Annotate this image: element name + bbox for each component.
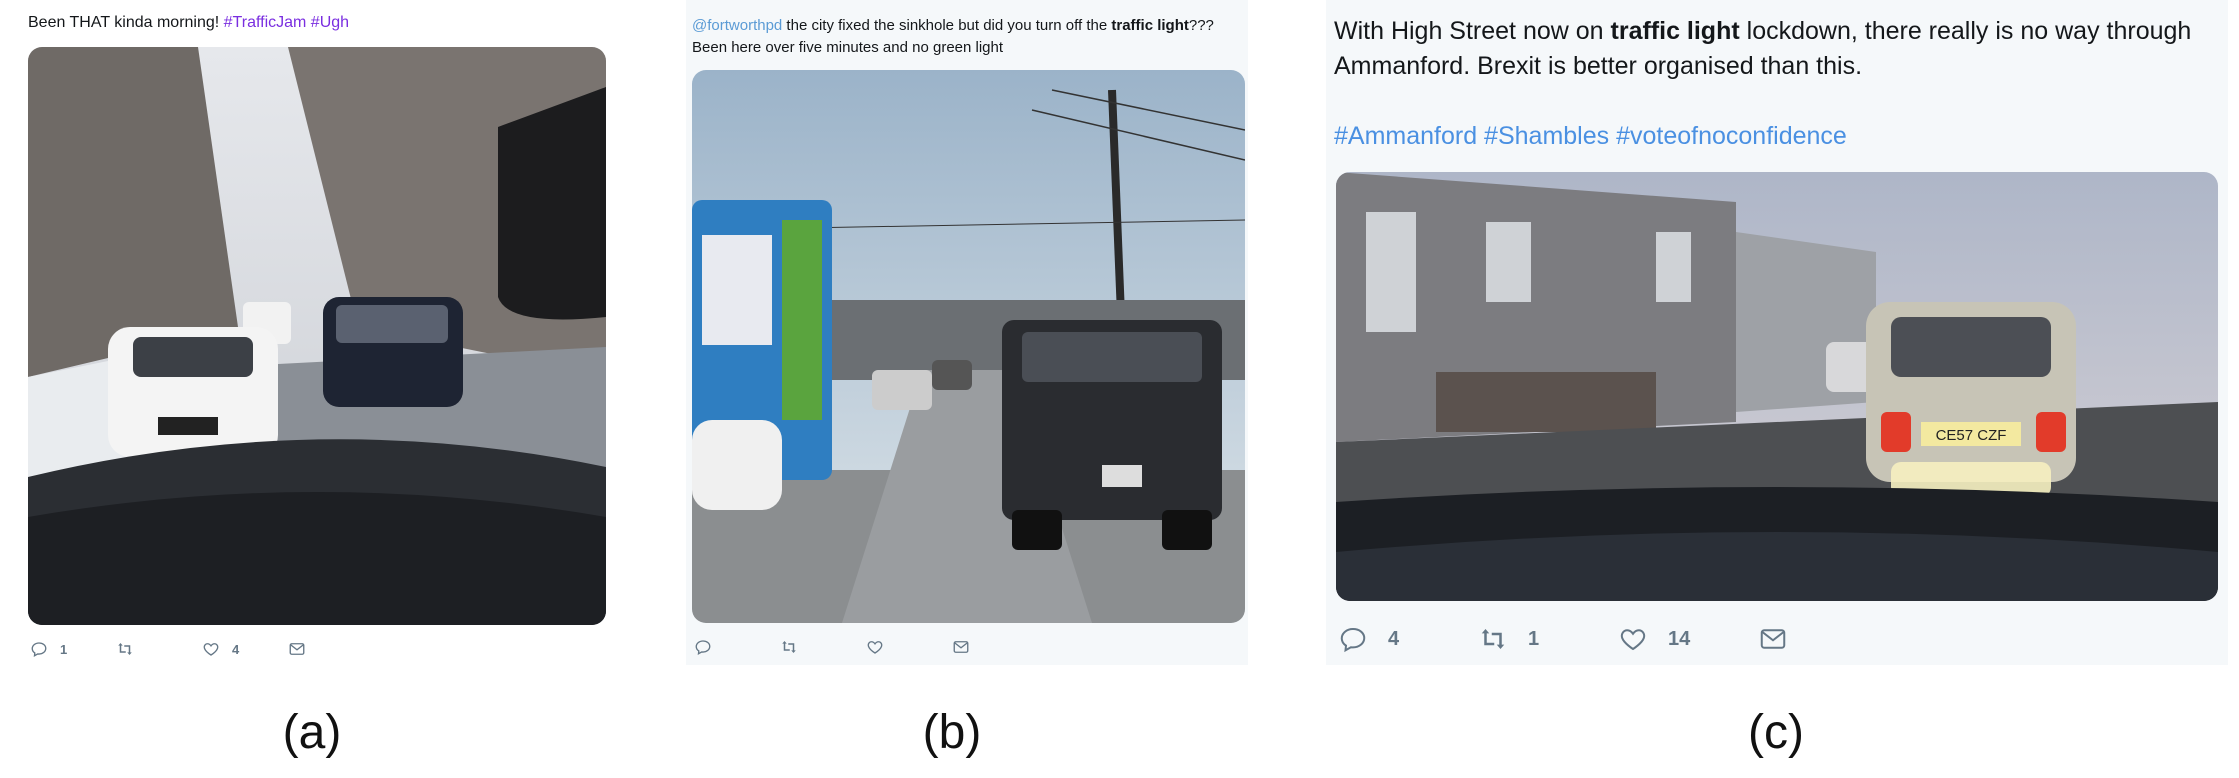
retweet-icon (118, 643, 132, 655)
hashtag-link[interactable]: #Ammanford #Shambles #voteofnoconfidence (1334, 119, 2219, 154)
tweet-photo[interactable] (692, 70, 1245, 623)
tweet-actions (694, 638, 1038, 656)
reply-count: 1 (60, 641, 68, 657)
like-icon (867, 641, 883, 654)
tweet-b: @fortworthpd the city fixed the sinkhole… (686, 0, 1248, 665)
tweet-text: Been THAT kinda morning! #TrafficJam #Ug… (28, 13, 349, 34)
tweet-text: With High Street now on traffic light lo… (1334, 14, 2219, 154)
traffic-light-photo (692, 70, 1245, 623)
tweet-body: the city fixed the sinkhole but did you … (782, 17, 1112, 34)
reply-count: 4 (1388, 627, 1400, 650)
dm-icon (1760, 629, 1786, 649)
reply-icon (1340, 627, 1366, 653)
tweet-body: With High Street now on (1334, 17, 1611, 45)
tweet-bold-text: traffic light (1610, 17, 1740, 45)
like-icon (203, 643, 219, 656)
retweet-count: 1 (1528, 627, 1540, 650)
dm-icon (953, 641, 969, 653)
like-icon (1620, 629, 1646, 651)
license-plate: CE57 CZF (1936, 427, 2007, 444)
reply-action[interactable]: 1 (30, 640, 116, 658)
tweet-actions: 4 1 14 (1338, 624, 1898, 654)
hashtag-link[interactable]: #TrafficJam #Ugh (224, 14, 349, 31)
retweet-icon (782, 641, 796, 653)
caption-a: (a) (282, 706, 342, 759)
like-action[interactable]: 14 (1618, 624, 1758, 654)
dm-action[interactable] (952, 638, 1038, 656)
reply-action[interactable]: 4 (1338, 624, 1478, 654)
retweet-icon (1481, 629, 1505, 649)
tweet-c: With High Street now on traffic light lo… (1326, 0, 2228, 665)
tweet-photo[interactable] (28, 47, 606, 625)
traffic-jam-photo (28, 47, 606, 625)
like-action[interactable] (866, 638, 952, 656)
like-count: 4 (232, 641, 240, 657)
tweet-a: Been THAT kinda morning! #TrafficJam #Ug… (20, 0, 606, 670)
like-action[interactable]: 4 (202, 640, 288, 658)
tweet-actions: 1 4 (30, 640, 374, 658)
tweet-bold-text: traffic light (1111, 17, 1189, 34)
reply-icon (695, 640, 711, 655)
dm-icon (289, 643, 305, 655)
like-count: 14 (1668, 627, 1691, 650)
tweet-text: @fortworthpd the city fixed the sinkhole… (692, 15, 1242, 59)
retweet-action[interactable] (780, 638, 866, 656)
dm-action[interactable] (288, 640, 374, 658)
dm-action[interactable] (1758, 624, 1898, 654)
retweet-action[interactable]: 1 (1478, 624, 1618, 654)
tweet-photo[interactable]: CE57 CZF (1336, 172, 2218, 601)
tweet-body: Been THAT kinda morning! (28, 14, 224, 31)
caption-b: (b) (922, 706, 982, 759)
caption-c: (c) (1748, 706, 1804, 759)
high-street-photo: CE57 CZF (1336, 172, 2218, 601)
reply-icon (31, 642, 47, 657)
mention-link[interactable]: @fortworthpd (692, 17, 782, 34)
retweet-action[interactable] (116, 640, 202, 658)
reply-action[interactable] (694, 638, 780, 656)
